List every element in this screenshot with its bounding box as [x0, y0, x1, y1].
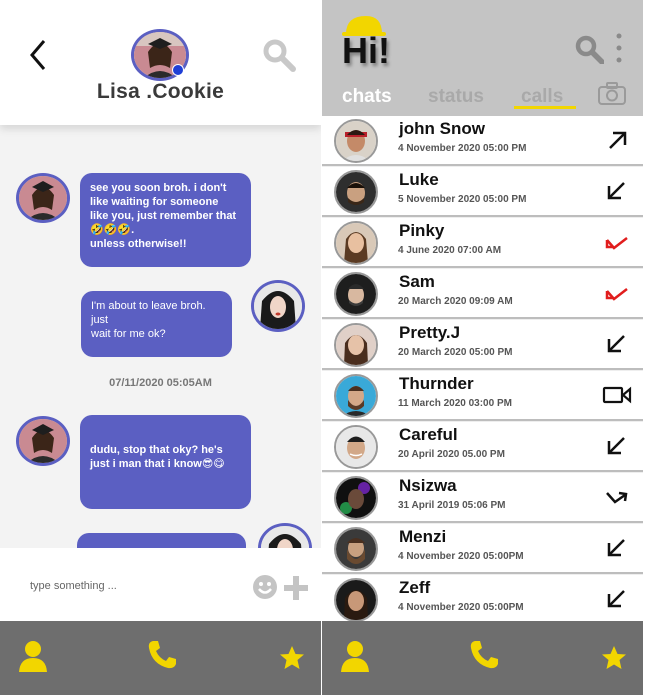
chat-screen: Lisa .Cookie see you soon broh. i don't … — [0, 0, 321, 695]
missed-outgoing-call-icon — [606, 491, 628, 504]
caller-avatar — [334, 272, 378, 316]
call-row[interactable]: john Snow 4 November 2020 05:00 PM — [322, 116, 643, 166]
message-text: dudu, stop that oky? he's just i man tha… — [90, 444, 225, 470]
caller-name: Careful — [399, 425, 458, 444]
call-time: 4 November 2020 05:00PM — [398, 551, 524, 562]
sender-avatar — [16, 173, 70, 223]
search-icon[interactable] — [262, 38, 296, 72]
message-bubble-incoming[interactable]: see you soon broh. i don't like waiting … — [80, 173, 251, 267]
incoming-call-arrow-icon — [607, 335, 625, 353]
caller-avatar — [334, 170, 378, 214]
call-time: 20 April 2020 05.00 PM — [398, 449, 505, 460]
caller-name: Zeff — [399, 578, 431, 597]
active-tab-underline — [514, 106, 576, 109]
chat-header: Lisa .Cookie — [0, 0, 321, 125]
call-time: 31 April 2019 05:06 PM — [398, 500, 506, 511]
call-time: 11 March 2020 03:00 PM — [398, 398, 512, 409]
caller-name: Luke — [399, 170, 439, 189]
online-status-dot — [172, 64, 184, 76]
caller-name: Thurnder — [399, 374, 474, 393]
call-row[interactable]: Thurnder 11 March 2020 03:00 PM — [322, 371, 643, 421]
caller-avatar — [334, 527, 378, 571]
call-row[interactable]: Zeff 4 November 2020 05:00PM — [322, 575, 643, 625]
incoming-call-arrow-icon — [607, 539, 625, 557]
phone-icon[interactable] — [146, 639, 178, 671]
calls-screen: Hi! chats status calls john Snow 4 Novem… — [322, 0, 643, 695]
message-list[interactable]: see you soon broh. i don't like waiting … — [0, 125, 321, 573]
bottom-nav — [0, 621, 321, 695]
app-root: Lisa .Cookie see you soon broh. i don't … — [0, 0, 653, 695]
caller-avatar — [334, 374, 378, 418]
message-input-bar — [0, 548, 321, 621]
caller-name: john Snow — [399, 119, 485, 138]
more-options-icon[interactable] — [616, 32, 622, 64]
contact-name: Lisa .Cookie — [96, 80, 225, 103]
call-time: 20 March 2020 05:00 PM — [398, 347, 513, 358]
caller-name: Menzi — [399, 527, 447, 546]
bottom-nav — [322, 621, 643, 695]
caller-avatar — [334, 425, 378, 469]
own-avatar — [251, 280, 305, 332]
message-bubble-outgoing[interactable]: I'm about to leave broh. just wait for m… — [81, 291, 232, 357]
message-bubble-incoming[interactable]: dudu, stop that oky? he's just i man tha… — [80, 415, 251, 509]
caller-avatar — [334, 119, 378, 163]
caller-name: Pinky — [399, 221, 445, 240]
call-time: 5 November 2020 05:00 PM — [398, 194, 527, 205]
call-row[interactable]: Menzi 4 November 2020 05:00PM — [322, 524, 643, 574]
call-time: 4 June 2020 07:00 AM — [398, 245, 502, 256]
caller-avatar — [334, 578, 378, 622]
call-row[interactable]: Pinky 4 June 2020 07:00 AM — [322, 218, 643, 268]
caller-avatar — [334, 323, 378, 367]
message-timestamp: 07/11/2020 05:05AM — [109, 377, 212, 389]
tab-status[interactable]: status — [428, 86, 484, 108]
caller-avatar — [334, 221, 378, 265]
call-time: 4 November 2020 05:00 PM — [398, 143, 527, 154]
incoming-call-arrow-icon — [607, 590, 625, 608]
message-input[interactable] — [30, 576, 230, 596]
plus-icon[interactable] — [282, 574, 310, 602]
tab-chats[interactable]: chats — [342, 86, 392, 108]
sender-avatar — [16, 416, 70, 466]
call-time: 20 March 2020 09:09 AM — [398, 296, 513, 307]
camera-icon[interactable] — [597, 82, 627, 106]
calls-header: Hi! chats status calls — [322, 0, 643, 116]
tab-calls[interactable]: calls — [521, 86, 563, 108]
profile-icon[interactable] — [338, 639, 372, 673]
profile-icon[interactable] — [16, 639, 50, 673]
incoming-call-arrow-icon — [607, 437, 625, 455]
caller-name: Pretty.J — [399, 323, 461, 342]
outgoing-call-arrow-icon — [609, 131, 627, 149]
call-row[interactable]: Nsizwa 31 April 2019 05:06 PM — [322, 473, 643, 523]
call-row[interactable]: Careful 20 April 2020 05.00 PM — [322, 422, 643, 472]
app-title: Hi! — [342, 30, 390, 71]
phone-icon[interactable] — [468, 639, 500, 671]
call-row[interactable]: Pretty.J 20 March 2020 05:00 PM — [322, 320, 643, 370]
call-time: 4 November 2020 05:00PM — [398, 602, 524, 613]
search-icon[interactable] — [574, 34, 604, 64]
star-icon[interactable] — [279, 645, 305, 671]
star-icon[interactable] — [601, 645, 627, 671]
back-icon[interactable] — [26, 38, 50, 72]
call-row[interactable]: Luke 5 November 2020 05:00 PM — [322, 167, 643, 217]
message-text: see you soon broh. i don't like waiting … — [90, 182, 237, 250]
caller-avatar — [334, 476, 378, 520]
call-row[interactable]: Sam 20 March 2020 09:09 AM — [322, 269, 643, 319]
missed-call-icon — [605, 237, 628, 250]
caller-name: Sam — [399, 272, 435, 291]
video-call-icon — [602, 386, 632, 404]
emoji-icon[interactable] — [252, 574, 278, 600]
caller-name: Nsizwa — [399, 476, 457, 495]
incoming-call-arrow-icon — [607, 182, 625, 200]
message-text: I'm about to leave broh. just wait for m… — [91, 300, 206, 340]
missed-call-icon — [605, 288, 628, 301]
